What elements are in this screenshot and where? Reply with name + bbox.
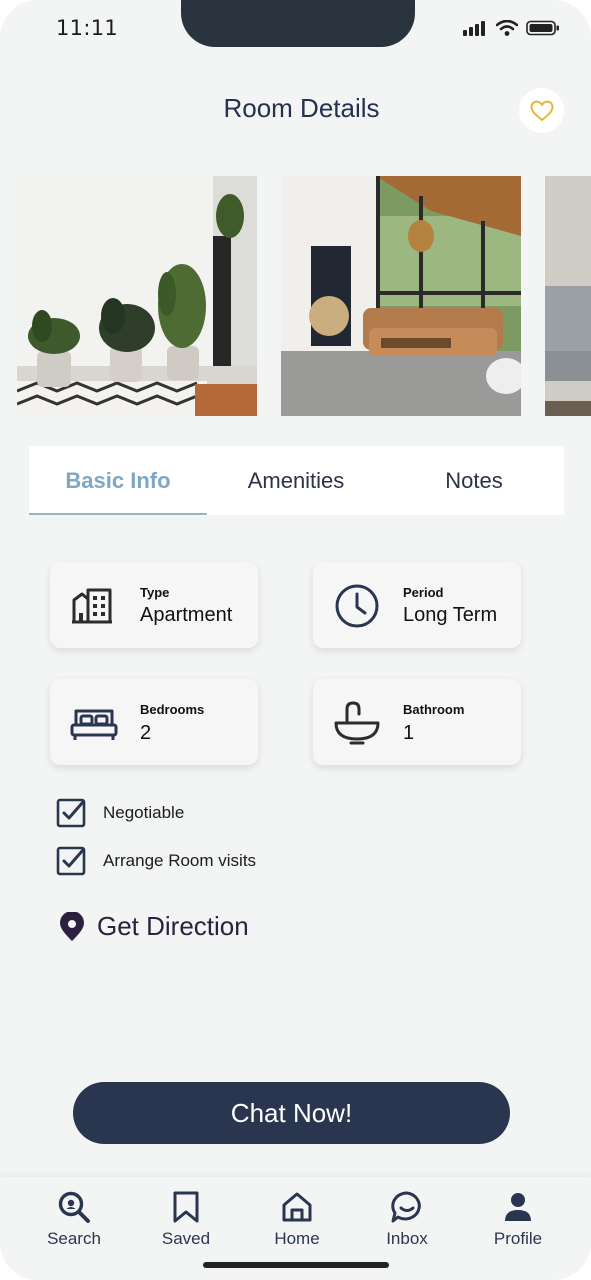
tab-bar: Basic Info Amenities Notes [29,446,564,515]
living-room-photo[interactable] [281,176,521,416]
page-title: Room Details [223,93,380,123]
nav-profile-label: Profile [493,1229,543,1248]
nav-inbox[interactable]: Inbox [357,1189,457,1249]
bed-icon [70,709,118,740]
tab-notes[interactable]: Notes [385,446,563,515]
nav-saved[interactable]: Saved [136,1189,236,1249]
nav-search-label: Search [47,1229,101,1248]
bathroom-label: Bathroom [403,702,465,717]
period-value: Long Term [403,604,498,626]
heart-outline-icon [529,100,554,121]
bathroom-value: 1 [403,722,415,744]
bathroom-card: Bathroom 1 [313,679,521,765]
profile-icon [505,1193,531,1221]
checkbox-checked-icon [56,798,86,828]
battery-icon [526,20,559,36]
tab-amenities[interactable]: Amenities [207,446,385,515]
building-icon [72,588,112,624]
chat-bubble-icon [391,1191,421,1223]
favorite-button[interactable] [519,88,564,133]
chat-now-button[interactable]: Chat Now! [73,1082,510,1144]
home-icon [282,1192,312,1222]
photo-gallery[interactable] [0,176,591,416]
plants-room-photo[interactable] [17,176,257,416]
nav-saved-label: Saved [161,1229,211,1248]
nav-home[interactable]: Home [247,1189,347,1249]
status-icons [462,20,560,36]
status-time: 11:11 [56,16,119,40]
period-card: Period Long Term [313,562,521,648]
tab-basic-info[interactable]: Basic Info [29,446,207,515]
room-visits-checkbox[interactable]: Arrange Room visits [56,846,256,876]
nav-profile[interactable]: Profile [468,1189,568,1249]
room-visits-label: Arrange Room visits [103,851,257,870]
bedrooms-value: 2 [140,722,152,744]
type-card: Type Apartment [50,562,258,648]
period-label: Period [403,585,444,600]
negotiable-label: Negotiable [103,803,185,822]
nav-inbox-label: Inbox [386,1229,428,1248]
cellular-signal-icon [463,21,485,36]
bookmark-icon [173,1191,199,1223]
wifi-icon [496,20,518,36]
nav-home-label: Home [274,1229,320,1248]
sink-icon [334,701,380,745]
home-indicator [203,1262,389,1268]
type-label: Type [140,585,170,600]
nav-search[interactable]: Search [24,1189,124,1249]
get-direction-label: Get Direction [97,911,249,941]
bedrooms-label: Bedrooms [140,702,205,717]
clock-icon [335,584,379,628]
sofa-photo[interactable] [545,176,591,416]
negotiable-checkbox[interactable]: Negotiable [56,798,184,828]
notch [181,0,415,47]
checkbox-checked-icon [56,846,86,876]
location-pin-icon [60,911,84,941]
get-direction-link[interactable]: Get Direction [59,911,249,942]
type-value: Apartment [140,604,233,626]
search-icon [58,1191,90,1223]
phone-screen: 11:11 Room Details Basic Info Amenities … [0,0,591,1280]
bedrooms-card: Bedrooms 2 [50,679,258,765]
